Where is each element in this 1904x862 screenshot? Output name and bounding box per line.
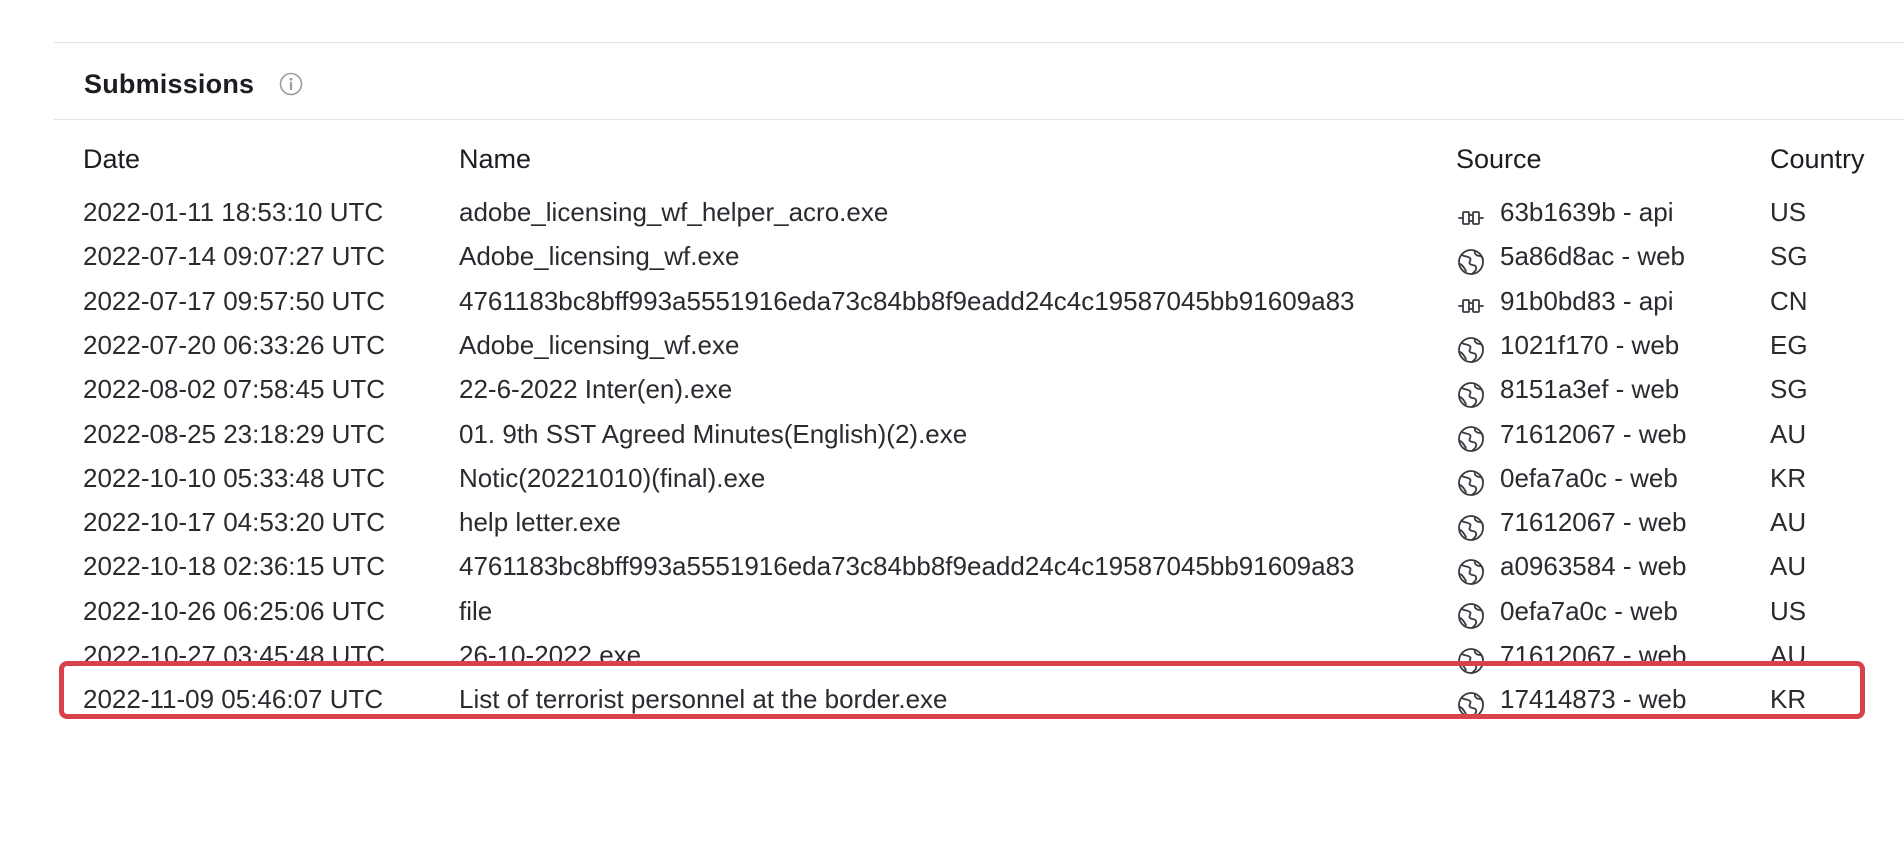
column-header-date[interactable]: Date — [83, 139, 140, 179]
card-header: Submissions — [84, 64, 304, 104]
column-header-name[interactable]: Name — [459, 139, 531, 179]
web-globe-icon — [1456, 375, 1486, 408]
header-divider — [54, 119, 1904, 120]
section-title: Submissions — [84, 68, 255, 99]
web-globe-icon — [1456, 463, 1486, 497]
web-globe-icon — [1456, 419, 1486, 452]
api-plug-icon — [1456, 198, 1486, 228]
column-header-source[interactable]: Source — [1456, 139, 1542, 179]
column-header-country[interactable]: Country — [1770, 139, 1865, 179]
highlight-box — [59, 661, 1865, 720]
top-divider — [54, 42, 1904, 43]
web-globe-icon — [1456, 508, 1486, 541]
web-globe-icon — [1456, 596, 1486, 630]
submissions-card: Submissions Date Name Source Country 202… — [54, 42, 1904, 862]
web-globe-icon — [1456, 552, 1486, 585]
api-plug-icon — [1456, 286, 1486, 316]
web-globe-icon — [1456, 330, 1486, 364]
web-globe-icon — [1456, 242, 1486, 275]
info-icon[interactable] — [278, 71, 304, 97]
